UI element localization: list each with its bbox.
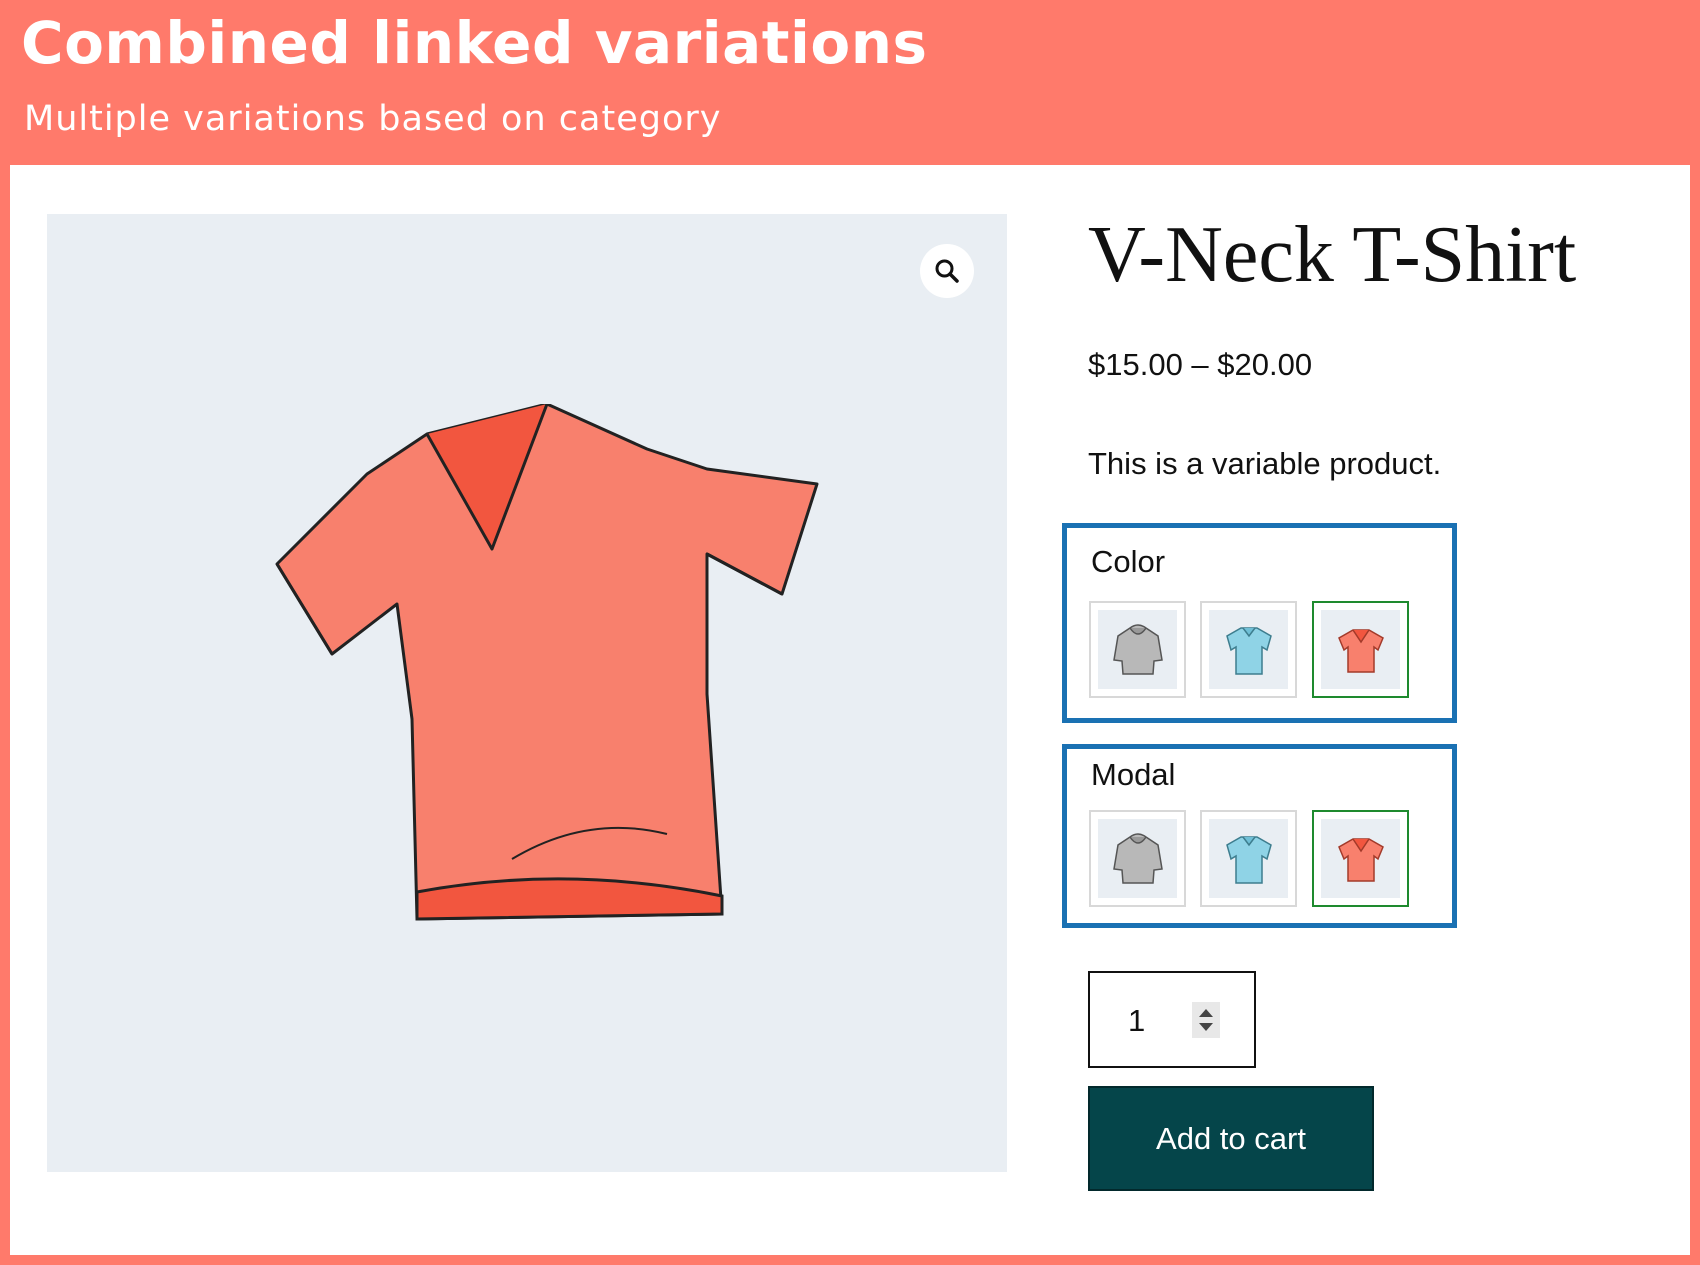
attribute-label: Color <box>1091 544 1166 579</box>
vneck-tshirt-icon <box>1337 628 1384 673</box>
product-title: V-Neck T-Shirt <box>1088 211 1577 299</box>
swatch-polo-shirt[interactable] <box>1200 601 1297 698</box>
product-gallery[interactable] <box>47 214 1007 1172</box>
swatch-polo-shirt[interactable] <box>1200 810 1297 907</box>
vneck-tshirt-image <box>275 404 819 921</box>
product-panel: V-Neck T-Shirt $15.00 – $20.00 This is a… <box>10 165 1690 1255</box>
quantity-input[interactable]: 1 <box>1088 971 1256 1068</box>
add-to-cart-button[interactable]: Add to cart <box>1088 1086 1374 1191</box>
product-description: This is a variable product. <box>1088 446 1442 481</box>
swatch-hoodie[interactable] <box>1089 601 1186 698</box>
attribute-label: Modal <box>1091 757 1176 792</box>
banner-subtitle: Multiple variations based on category <box>24 99 722 139</box>
swatch-vneck-tshirt[interactable] <box>1312 601 1409 698</box>
vneck-tshirt-icon <box>1337 837 1384 882</box>
hoodie-icon <box>1112 832 1163 884</box>
product-price: $15.00 – $20.00 <box>1088 347 1313 382</box>
polo-shirt-icon <box>1225 835 1272 884</box>
zoom-button[interactable] <box>920 244 974 298</box>
banner-title: Combined linked variations <box>21 9 928 77</box>
up-down-arrows-icon <box>1199 1009 1213 1031</box>
quantity-stepper[interactable] <box>1192 1002 1220 1038</box>
quantity-value: 1 <box>1128 1003 1146 1038</box>
swatch-vneck-tshirt[interactable] <box>1312 810 1409 907</box>
attribute-modal: Modal <box>1062 744 1457 928</box>
swatch-hoodie[interactable] <box>1089 810 1186 907</box>
magnifier-icon <box>935 259 959 283</box>
attribute-color: Color <box>1062 523 1457 723</box>
polo-shirt-icon <box>1225 626 1272 675</box>
hoodie-icon <box>1112 623 1163 675</box>
